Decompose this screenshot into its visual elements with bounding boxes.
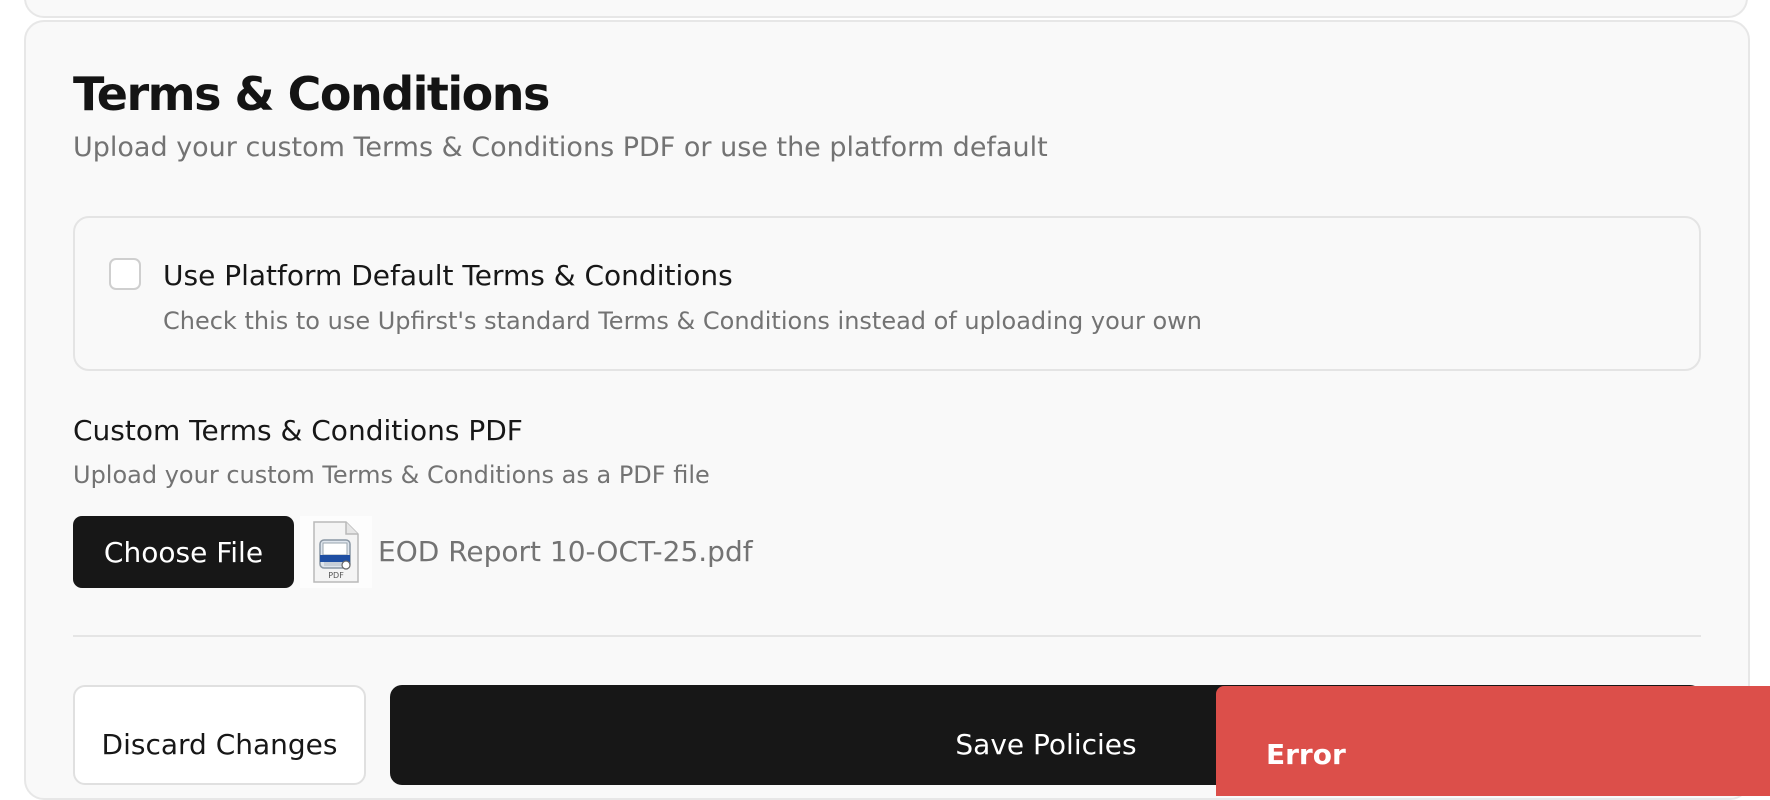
selected-file-name: EOD Report 10-OCT-25.pdf [378,535,753,568]
pdf-document-icon: PDF [300,516,372,588]
custom-pdf-help: Upload your custom Terms & Conditions as… [73,461,710,489]
pdf-file-icon: PDF [300,516,372,588]
use-default-description: Check this to use Upfirst's standard Ter… [163,307,1203,335]
section-title: Terms & Conditions [73,67,550,121]
choose-file-button[interactable]: Choose File [73,516,294,588]
previous-section-card [24,0,1748,18]
section-subtitle: Upload your custom Terms & Conditions PD… [73,132,1048,163]
discard-changes-button[interactable]: Discard Changes [73,685,366,785]
error-toast-title: Error [1266,738,1346,771]
use-default-label[interactable]: Use Platform Default Terms & Conditions [163,258,733,294]
use-default-checkbox[interactable] [109,258,141,290]
section-divider [73,635,1701,637]
pdf-icon-text: PDF [328,571,344,580]
custom-pdf-label: Custom Terms & Conditions PDF [73,414,523,447]
error-toast[interactable]: Error [1216,686,1770,796]
